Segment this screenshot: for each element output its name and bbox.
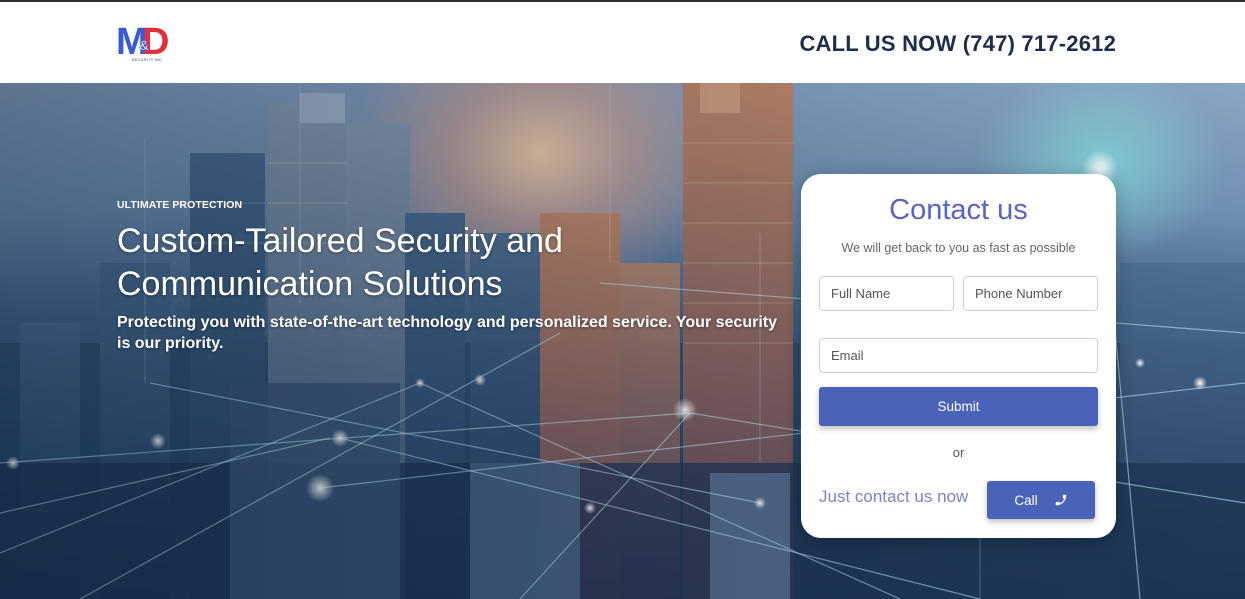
- phone-icon: [1055, 494, 1066, 506]
- contact-form-card: Contact us We will get back to you as fa…: [801, 174, 1116, 538]
- hero-headline: Custom-Tailored Security and Communicati…: [117, 220, 677, 306]
- hero-subheadline: Protecting you with state-of-the-art tec…: [117, 314, 777, 352]
- company-logo[interactable]: M D & SECURITY INC: [116, 20, 178, 66]
- email-input[interactable]: [819, 338, 1098, 373]
- logo-tagline: SECURITY INC: [131, 57, 163, 62]
- hero-kicker: ULTIMATE PROTECTION: [117, 199, 243, 211]
- phone-number-input[interactable]: [963, 276, 1098, 311]
- submit-button[interactable]: Submit: [819, 387, 1098, 426]
- hero-section: ULTIMATE PROTECTION Custom-Tailored Secu…: [0, 83, 1245, 599]
- just-contact-us-text: Just contact us now: [819, 487, 969, 506]
- svg-text:&: &: [139, 37, 149, 53]
- site-header: M D & SECURITY INC CALL US NOW (747) 717…: [0, 2, 1245, 83]
- contact-form-title: Contact us: [889, 194, 1028, 226]
- contact-form-subtitle: We will get back to you as fast as possi…: [841, 241, 1076, 255]
- call-us-now-phone[interactable]: CALL US NOW (747) 717-2612: [799, 31, 1116, 57]
- hero-headline-line2: Communication Solutions: [117, 265, 503, 303]
- hero-headline-line1: Custom-Tailored Security and: [117, 222, 563, 260]
- call-button-label: Call: [1014, 492, 1038, 508]
- full-name-input[interactable]: [819, 276, 954, 311]
- or-divider-text: or: [952, 445, 965, 460]
- call-button[interactable]: Call: [987, 481, 1095, 519]
